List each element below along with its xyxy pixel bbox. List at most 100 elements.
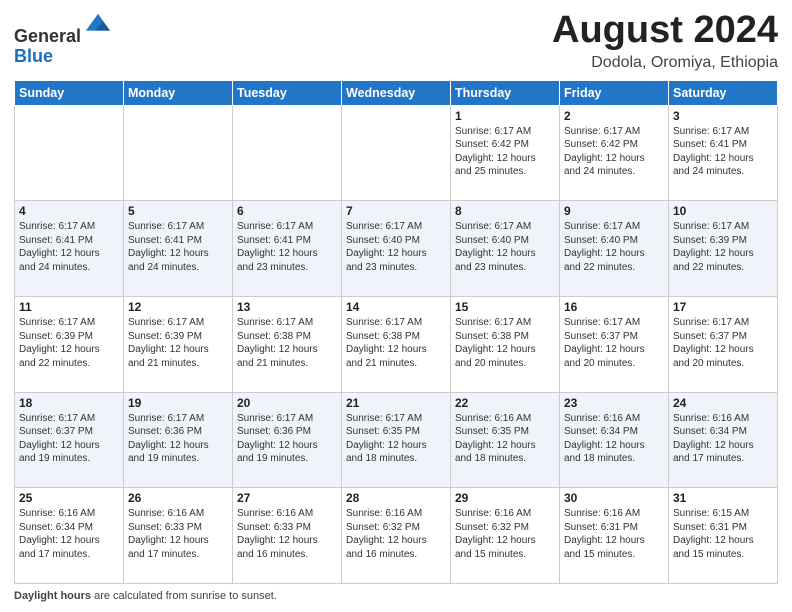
calendar-cell: 14Sunrise: 6:17 AM Sunset: 6:38 PM Dayli… — [342, 297, 451, 393]
day-info: Sunrise: 6:15 AM Sunset: 6:31 PM Dayligh… — [673, 507, 773, 561]
weekday-header-cell: Friday — [560, 80, 669, 105]
day-number: 25 — [19, 491, 119, 505]
day-number: 3 — [673, 109, 773, 123]
day-info: Sunrise: 6:16 AM Sunset: 6:33 PM Dayligh… — [237, 507, 337, 561]
day-number: 12 — [128, 300, 228, 314]
day-info: Sunrise: 6:17 AM Sunset: 6:37 PM Dayligh… — [564, 316, 664, 370]
day-number: 11 — [19, 300, 119, 314]
day-number: 14 — [346, 300, 446, 314]
day-info: Sunrise: 6:16 AM Sunset: 6:34 PM Dayligh… — [564, 412, 664, 466]
day-info: Sunrise: 6:17 AM Sunset: 6:37 PM Dayligh… — [673, 316, 773, 370]
day-info: Sunrise: 6:16 AM Sunset: 6:33 PM Dayligh… — [128, 507, 228, 561]
logo-text: General Blue — [14, 14, 112, 67]
header: General Blue August 2024 Dodola, Oromiya… — [14, 10, 778, 72]
day-info: Sunrise: 6:17 AM Sunset: 6:40 PM Dayligh… — [455, 220, 555, 274]
calendar-cell: 18Sunrise: 6:17 AM Sunset: 6:37 PM Dayli… — [15, 392, 124, 488]
day-info: Sunrise: 6:17 AM Sunset: 6:36 PM Dayligh… — [128, 412, 228, 466]
main-container: General Blue August 2024 Dodola, Oromiya… — [0, 0, 792, 612]
day-number: 17 — [673, 300, 773, 314]
weekday-header-row: SundayMondayTuesdayWednesdayThursdayFrid… — [15, 80, 778, 105]
calendar-cell: 15Sunrise: 6:17 AM Sunset: 6:38 PM Dayli… — [451, 297, 560, 393]
day-number: 23 — [564, 396, 664, 410]
calendar-cell — [233, 105, 342, 201]
calendar-cell — [342, 105, 451, 201]
day-info: Sunrise: 6:17 AM Sunset: 6:42 PM Dayligh… — [455, 125, 555, 179]
weekday-header-cell: Monday — [124, 80, 233, 105]
calendar-cell: 23 Sunrise: 6:16 AM Sunset: 6:34 PM Dayli… — [560, 392, 669, 488]
day-number: 22 — [455, 396, 555, 410]
day-info: Sunrise: 6:16 AM Sunset: 6:34 PM Dayligh… — [19, 507, 119, 561]
calendar-week-row: 18Sunrise: 6:17 AM Sunset: 6:37 PM Dayli… — [15, 392, 778, 488]
calendar-week-row: 11 Sunrise: 6:17 AM Sunset: 6:39 PM Dayli… — [15, 297, 778, 393]
logo-blue: Blue — [14, 46, 53, 66]
day-number: 21 — [346, 396, 446, 410]
main-title: August 2024 — [552, 10, 778, 52]
calendar-cell: 19 Sunrise: 6:17 AM Sunset: 6:36 PM Dayli… — [124, 392, 233, 488]
calendar-cell: 31 Sunrise: 6:15 AM Sunset: 6:31 PM Dayli… — [669, 488, 778, 584]
subtitle: Dodola, Oromiya, Ethiopia — [552, 54, 778, 72]
calendar-cell: 28 Sunrise: 6:16 AM Sunset: 6:32 PM Dayli… — [342, 488, 451, 584]
day-number: 5 — [128, 204, 228, 218]
day-info: Sunrise: 6:17 AM Sunset: 6:41 PM Dayligh… — [19, 220, 119, 274]
day-number: 16 — [564, 300, 664, 314]
day-number: 4 — [19, 204, 119, 218]
calendar-cell: 29 Sunrise: 6:16 AM Sunset: 6:32 PM Dayli… — [451, 488, 560, 584]
day-info: Sunrise: 6:17 AM Sunset: 6:41 PM Dayligh… — [673, 125, 773, 179]
calendar-cell: 1Sunrise: 6:17 AM Sunset: 6:42 PM Daylig… — [451, 105, 560, 201]
day-number: 29 — [455, 491, 555, 505]
calendar-cell: 11 Sunrise: 6:17 AM Sunset: 6:39 PM Dayli… — [15, 297, 124, 393]
day-number: 20 — [237, 396, 337, 410]
day-info: Sunrise: 6:16 AM Sunset: 6:32 PM Dayligh… — [346, 507, 446, 561]
day-info: Sunrise: 6:17 AM Sunset: 6:41 PM Dayligh… — [237, 220, 337, 274]
calendar-cell: 26 Sunrise: 6:16 AM Sunset: 6:33 PM Dayli… — [124, 488, 233, 584]
day-number: 19 — [128, 396, 228, 410]
calendar-cell: 6 Sunrise: 6:17 AM Sunset: 6:41 PM Daylig… — [233, 201, 342, 297]
weekday-header-cell: Tuesday — [233, 80, 342, 105]
day-info: Sunrise: 6:16 AM Sunset: 6:35 PM Dayligh… — [455, 412, 555, 466]
day-info: Sunrise: 6:17 AM Sunset: 6:35 PM Dayligh… — [346, 412, 446, 466]
day-info: Sunrise: 6:17 AM Sunset: 6:39 PM Dayligh… — [128, 316, 228, 370]
footer-text: are calculated from sunrise to sunset. — [91, 590, 277, 602]
calendar-cell: 13 Sunrise: 6:17 AM Sunset: 6:38 PM Dayli… — [233, 297, 342, 393]
day-number: 31 — [673, 491, 773, 505]
calendar-cell: 4 Sunrise: 6:17 AM Sunset: 6:41 PM Daylig… — [15, 201, 124, 297]
day-info: Sunrise: 6:17 AM Sunset: 6:40 PM Dayligh… — [564, 220, 664, 274]
day-number: 28 — [346, 491, 446, 505]
day-info: Sunrise: 6:17 AM Sunset: 6:39 PM Dayligh… — [673, 220, 773, 274]
title-block: August 2024 Dodola, Oromiya, Ethiopia — [552, 10, 778, 72]
day-info: Sunrise: 6:17 AM Sunset: 6:40 PM Dayligh… — [346, 220, 446, 274]
day-number: 8 — [455, 204, 555, 218]
day-info: Sunrise: 6:16 AM Sunset: 6:32 PM Dayligh… — [455, 507, 555, 561]
calendar-cell: 7Sunrise: 6:17 AM Sunset: 6:40 PM Daylig… — [342, 201, 451, 297]
day-info: Sunrise: 6:17 AM Sunset: 6:41 PM Dayligh… — [128, 220, 228, 274]
day-info: Sunrise: 6:17 AM Sunset: 6:38 PM Dayligh… — [237, 316, 337, 370]
calendar-cell — [15, 105, 124, 201]
weekday-header-cell: Sunday — [15, 80, 124, 105]
calendar-cell: 5 Sunrise: 6:17 AM Sunset: 6:41 PM Daylig… — [124, 201, 233, 297]
day-number: 9 — [564, 204, 664, 218]
calendar-cell: 22 Sunrise: 6:16 AM Sunset: 6:35 PM Dayli… — [451, 392, 560, 488]
calendar-cell: 8 Sunrise: 6:17 AM Sunset: 6:40 PM Daylig… — [451, 201, 560, 297]
calendar-cell: 10 Sunrise: 6:17 AM Sunset: 6:39 PM Dayli… — [669, 201, 778, 297]
day-number: 26 — [128, 491, 228, 505]
day-number: 6 — [237, 204, 337, 218]
calendar-cell: 20 Sunrise: 6:17 AM Sunset: 6:36 PM Dayli… — [233, 392, 342, 488]
day-number: 10 — [673, 204, 773, 218]
day-info: Sunrise: 6:17 AM Sunset: 6:37 PM Dayligh… — [19, 412, 119, 466]
day-info: Sunrise: 6:17 AM Sunset: 6:38 PM Dayligh… — [455, 316, 555, 370]
day-info: Sunrise: 6:16 AM Sunset: 6:31 PM Dayligh… — [564, 507, 664, 561]
calendar-cell: 27 Sunrise: 6:16 AM Sunset: 6:33 PM Dayli… — [233, 488, 342, 584]
calendar-cell: 21 Sunrise: 6:17 AM Sunset: 6:35 PM Dayli… — [342, 392, 451, 488]
logo-icon — [84, 12, 112, 40]
calendar-cell — [124, 105, 233, 201]
logo: General Blue — [14, 14, 112, 67]
day-number: 27 — [237, 491, 337, 505]
footer-label: Daylight hours — [14, 590, 91, 602]
day-number: 13 — [237, 300, 337, 314]
day-number: 24 — [673, 396, 773, 410]
day-info: Sunrise: 6:17 AM Sunset: 6:36 PM Dayligh… — [237, 412, 337, 466]
calendar-table: SundayMondayTuesdayWednesdayThursdayFrid… — [14, 80, 778, 584]
calendar-cell: 2Sunrise: 6:17 AM Sunset: 6:42 PM Daylig… — [560, 105, 669, 201]
day-info: Sunrise: 6:17 AM Sunset: 6:39 PM Dayligh… — [19, 316, 119, 370]
calendar-cell: 12 Sunrise: 6:17 AM Sunset: 6:39 PM Dayli… — [124, 297, 233, 393]
